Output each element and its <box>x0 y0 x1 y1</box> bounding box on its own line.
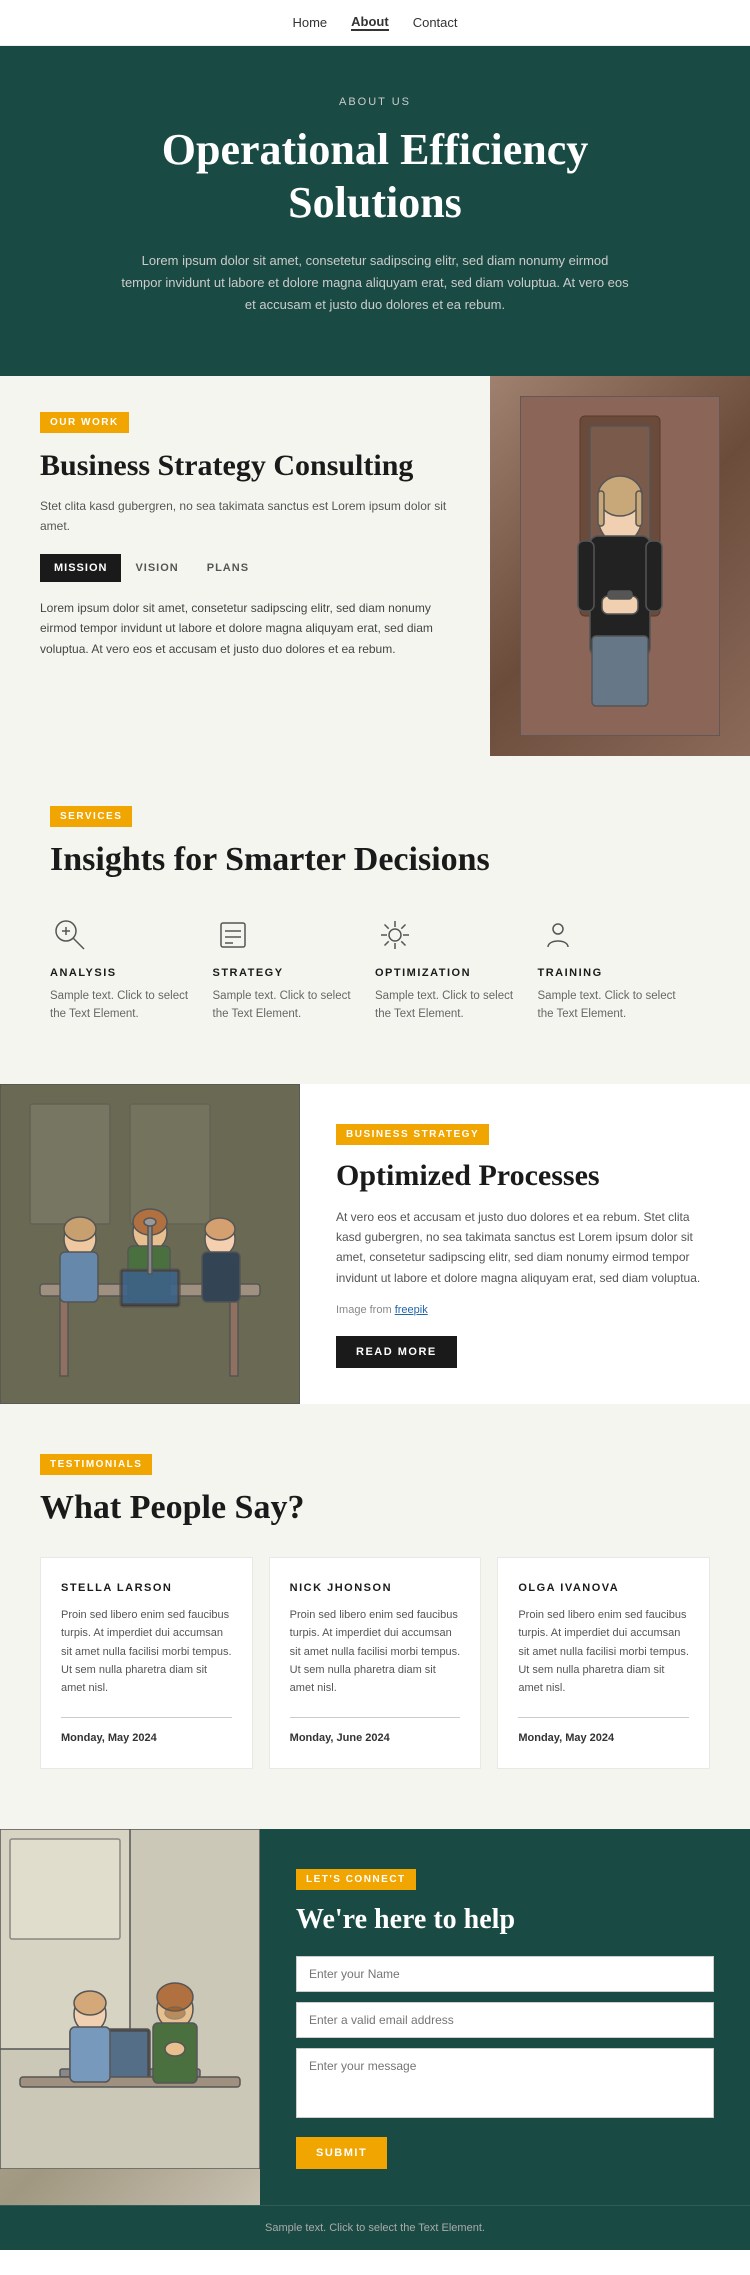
olga-date: Monday, May 2024 <box>518 1717 689 1744</box>
strategy-icon <box>213 915 253 955</box>
our-work-subtext: Stet clita kasd gubergren, no sea takima… <box>40 497 460 535</box>
olga-name: OLGA IVANOVA <box>518 1582 689 1594</box>
olga-text: Proin sed libero enim sed faucibus turpi… <box>518 1606 689 1697</box>
our-work-badge: OUR WORK <box>40 412 129 433</box>
our-work-left: OUR WORK Business Strategy Consulting St… <box>0 376 490 756</box>
testimonials-title: What People Say? <box>40 1489 710 1527</box>
biz-badge: BUSINESS STRATEGY <box>336 1124 489 1145</box>
service-training: TRAINING Sample text. Click to select th… <box>538 915 701 1024</box>
hero-title: Operational Efficiency Solutions <box>120 124 630 230</box>
contact-photo <box>0 1829 260 2205</box>
navigation: Home About Contact <box>0 0 750 46</box>
testimonials-badge: TESTIMONIALS <box>40 1454 152 1475</box>
nick-text: Proin sed libero enim sed faucibus turpi… <box>290 1606 461 1697</box>
tab-vision[interactable]: VISION <box>121 554 192 582</box>
nick-date: Monday, June 2024 <box>290 1717 461 1744</box>
services-badge: SERVICES <box>50 806 132 827</box>
analysis-icon <box>50 915 90 955</box>
our-work-image <box>490 376 750 756</box>
biz-section: BUSINESS STRATEGY Optimized Processes At… <box>0 1084 750 1405</box>
contact-title: We're here to help <box>296 1904 714 1936</box>
services-grid: ANALYSIS Sample text. Click to select th… <box>50 915 700 1024</box>
nav-contact[interactable]: Contact <box>413 15 458 30</box>
services-title: Insights for Smarter Decisions <box>50 841 700 879</box>
our-work-photo <box>490 376 750 756</box>
biz-credit: Image from freepik <box>336 1304 714 1316</box>
testimonial-olga: OLGA IVANOVA Proin sed libero enim sed f… <box>497 1557 710 1769</box>
service-optimization: OPTIMIZATION Sample text. Click to selec… <box>375 915 538 1024</box>
biz-body: At vero eos et accusam et justo duo dolo… <box>336 1207 714 1289</box>
our-work-tabs: MISSION VISION PLANS <box>40 554 460 582</box>
read-more-button[interactable]: READ MORE <box>336 1336 457 1368</box>
biz-image <box>0 1084 300 1405</box>
training-text: Sample text. Click to select the Text El… <box>538 987 681 1024</box>
strategy-text: Sample text. Click to select the Text El… <box>213 987 356 1024</box>
freepik-link[interactable]: freepik <box>395 1304 428 1316</box>
our-work-section: OUR WORK Business Strategy Consulting St… <box>0 376 750 756</box>
contact-name-input[interactable] <box>296 1956 714 1992</box>
hero-label: ABOUT US <box>120 96 630 108</box>
tab-mission[interactable]: MISSION <box>40 554 121 582</box>
contact-image <box>0 1829 260 2205</box>
testimonial-nick: NICK JHONSON Proin sed libero enim sed f… <box>269 1557 482 1769</box>
biz-title: Optimized Processes <box>336 1159 714 1193</box>
testimonials-grid: STELLA LARSON Proin sed libero enim sed … <box>40 1557 710 1769</box>
footer: Sample text. Click to select the Text El… <box>0 2205 750 2250</box>
strategy-label: STRATEGY <box>213 967 356 979</box>
optimization-icon <box>375 915 415 955</box>
nick-name: NICK JHONSON <box>290 1582 461 1594</box>
contact-right: LET'S CONNECT We're here to help SUBMIT <box>260 1829 750 2205</box>
service-strategy: STRATEGY Sample text. Click to select th… <box>213 915 376 1024</box>
optimization-text: Sample text. Click to select the Text El… <box>375 987 518 1024</box>
our-work-title: Business Strategy Consulting <box>40 449 460 484</box>
training-icon <box>538 915 578 955</box>
analysis-label: ANALYSIS <box>50 967 193 979</box>
stella-date: Monday, May 2024 <box>61 1717 232 1744</box>
biz-photo <box>0 1084 300 1405</box>
footer-text: Sample text. Click to select the Text El… <box>40 2222 710 2234</box>
contact-badge: LET'S CONNECT <box>296 1869 416 1890</box>
biz-right: BUSINESS STRATEGY Optimized Processes At… <box>300 1084 750 1405</box>
testimonials-section: TESTIMONIALS What People Say? STELLA LAR… <box>0 1404 750 1829</box>
hero-description: Lorem ipsum dolor sit amet, consetetur s… <box>120 250 630 316</box>
tab-plans[interactable]: PLANS <box>193 554 263 582</box>
service-analysis: ANALYSIS Sample text. Click to select th… <box>50 915 213 1024</box>
training-label: TRAINING <box>538 967 681 979</box>
contact-section: LET'S CONNECT We're here to help SUBMIT <box>0 1829 750 2205</box>
submit-button[interactable]: SUBMIT <box>296 2137 387 2169</box>
stella-name: STELLA LARSON <box>61 1582 232 1594</box>
our-work-body: Lorem ipsum dolor sit amet, consetetur s… <box>40 598 460 659</box>
contact-email-input[interactable] <box>296 2002 714 2038</box>
analysis-text: Sample text. Click to select the Text El… <box>50 987 193 1024</box>
services-section: SERVICES Insights for Smarter Decisions … <box>0 756 750 1084</box>
optimization-label: OPTIMIZATION <box>375 967 518 979</box>
nav-home[interactable]: Home <box>292 15 327 30</box>
stella-text: Proin sed libero enim sed faucibus turpi… <box>61 1606 232 1697</box>
nav-about[interactable]: About <box>351 14 389 31</box>
hero-section: ABOUT US Operational Efficiency Solution… <box>0 46 750 376</box>
contact-message-input[interactable] <box>296 2048 714 2118</box>
testimonial-stella: STELLA LARSON Proin sed libero enim sed … <box>40 1557 253 1769</box>
